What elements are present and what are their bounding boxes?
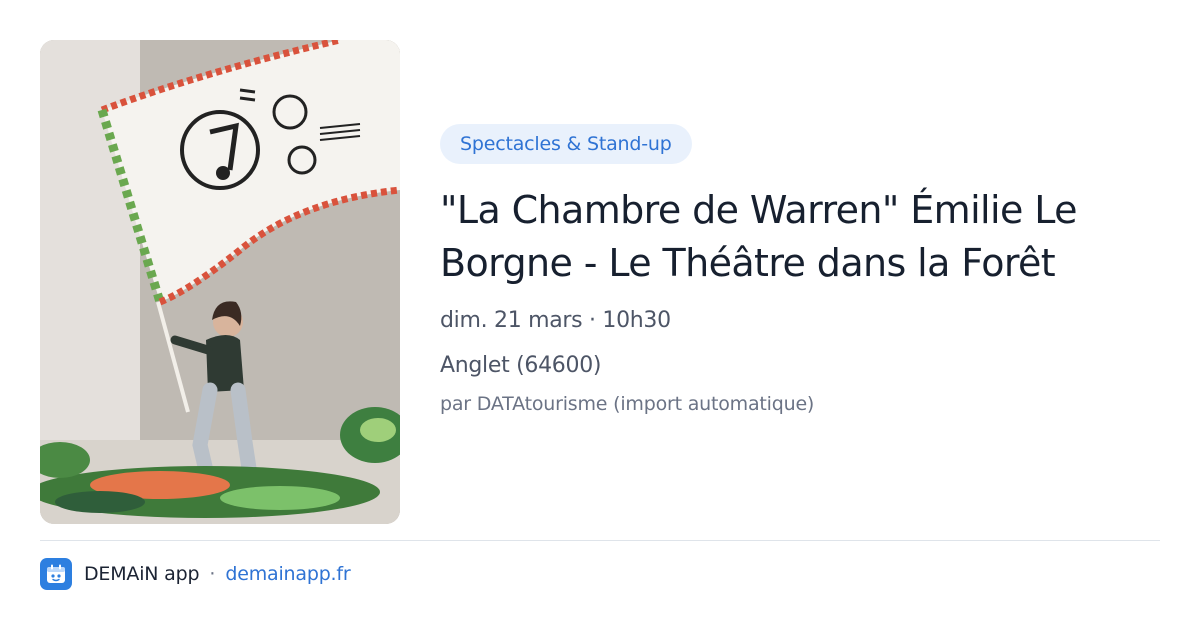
category-badge[interactable]: Spectacles & Stand-up	[440, 124, 692, 164]
app-url-link[interactable]: demainapp.fr	[225, 563, 350, 585]
footer-separator: ·	[209, 563, 216, 585]
event-title[interactable]: "La Chambre de Warren" Émilie Le Borgne …	[440, 184, 1155, 290]
event-datetime: dim. 21 mars · 10h30	[440, 308, 671, 333]
app-logo-icon[interactable]	[40, 558, 72, 590]
event-source: par DATAtourisme (import automatique)	[440, 393, 815, 415]
app-name: DEMAiN app	[84, 563, 200, 585]
event-meta: dim. 21 mars · 10h30 Anglet (64600) par …	[440, 306, 1160, 417]
event-info: Spectacles & Stand-up "La Chambre de War…	[440, 124, 1160, 417]
divider	[40, 540, 1160, 541]
event-preview-card[interactable]: Spectacles & Stand-up "La Chambre de War…	[0, 0, 1200, 630]
event-photo-illustration	[40, 40, 400, 524]
event-location: Anglet (64600)	[440, 353, 602, 378]
event-photo[interactable]	[40, 40, 400, 524]
footer: DEMAiN app · demainapp.fr	[40, 558, 351, 590]
